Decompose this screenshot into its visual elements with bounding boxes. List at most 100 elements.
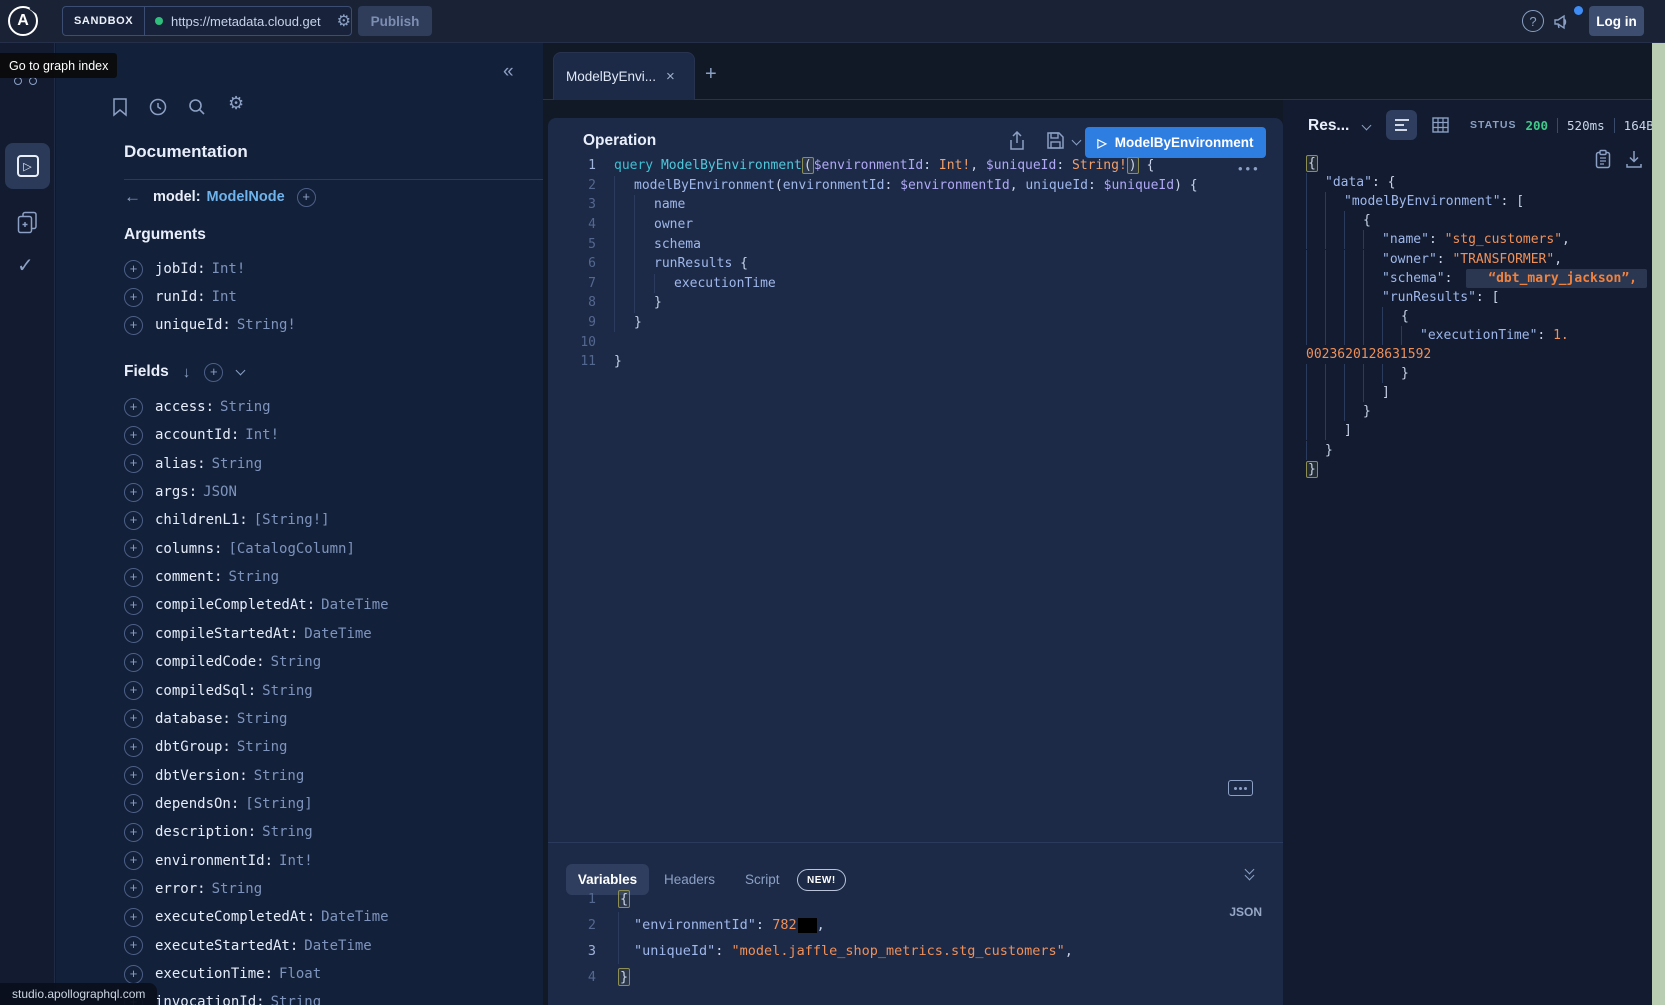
field-type[interactable]: DateTime xyxy=(321,597,388,613)
login-button[interactable]: Log in xyxy=(1589,6,1644,36)
add-field-icon[interactable]: + xyxy=(124,539,143,558)
field-type[interactable]: String xyxy=(212,881,263,897)
response-json-viewer[interactable]: {"data": {"modelByEnvironment": [{"name"… xyxy=(1283,154,1652,554)
doc-field-row[interactable]: +args:JSON xyxy=(124,478,237,506)
response-view-formatted-button[interactable] xyxy=(1386,110,1417,140)
field-type[interactable]: String xyxy=(237,711,288,727)
doc-field-row[interactable]: +environmentId:Int! xyxy=(124,847,313,875)
field-type[interactable]: Int! xyxy=(245,427,279,443)
variables-editor[interactable]: 1{2"environmentId": 782,3"uniqueId": "mo… xyxy=(548,886,1283,1001)
sort-fields-icon[interactable]: ↓ xyxy=(183,364,191,381)
add-field-icon[interactable]: + xyxy=(124,936,143,955)
add-field-icon[interactable]: + xyxy=(124,483,143,502)
doc-field-row[interactable]: +comment:String xyxy=(124,563,279,591)
add-field-icon[interactable]: + xyxy=(124,398,143,417)
add-field-icon[interactable]: + xyxy=(124,738,143,757)
doc-field-row[interactable]: +columns:[CatalogColumn] xyxy=(124,535,355,563)
add-field-icon[interactable]: + xyxy=(124,709,143,728)
add-type-icon[interactable]: + xyxy=(297,188,316,207)
search-icon[interactable] xyxy=(187,97,207,117)
doc-field-row[interactable]: +compileStartedAt:DateTime xyxy=(124,620,372,648)
tab-modelbyenvironment[interactable]: ModelByEnvi... × xyxy=(553,52,695,100)
settings-gear-icon[interactable]: ⚙ xyxy=(228,93,244,114)
doc-field-row[interactable]: +jobId:Int! xyxy=(124,255,245,283)
add-field-icon[interactable]: + xyxy=(124,794,143,813)
sidebar-item-checks[interactable]: ✓ xyxy=(17,253,34,278)
publish-button[interactable]: Publish xyxy=(358,6,432,36)
close-tab-icon[interactable]: × xyxy=(666,68,675,85)
field-type[interactable]: String xyxy=(262,683,313,699)
field-type[interactable]: Int! xyxy=(212,261,246,277)
doc-field-row[interactable]: +dbtVersion:String xyxy=(124,762,304,790)
add-field-icon[interactable]: + xyxy=(124,823,143,842)
doc-field-row[interactable]: +database:String xyxy=(124,705,287,733)
field-type[interactable]: String xyxy=(228,569,279,585)
bookmark-icon[interactable] xyxy=(111,97,129,117)
help-icon[interactable]: ? xyxy=(1522,10,1544,32)
save-operation-icon[interactable] xyxy=(1046,131,1065,150)
field-type[interactable]: DateTime xyxy=(321,909,388,925)
doc-field-row[interactable]: +childrenL1:[String!] xyxy=(124,506,330,534)
add-field-icon[interactable]: + xyxy=(124,454,143,473)
doc-field-row[interactable]: +executeCompletedAt:DateTime xyxy=(124,903,389,931)
field-type[interactable]: Int! xyxy=(279,853,313,869)
field-type[interactable]: String xyxy=(212,456,263,472)
add-field-icon[interactable]: + xyxy=(124,879,143,898)
collapse-sidebar-icon[interactable]: « xyxy=(503,61,514,83)
field-type[interactable]: String xyxy=(262,824,313,840)
add-field-icon[interactable]: + xyxy=(124,316,143,335)
doc-field-row[interactable]: +executeStartedAt:DateTime xyxy=(124,932,372,960)
add-field-icon[interactable]: + xyxy=(124,426,143,445)
sidebar-item-explorer[interactable]: ▷ xyxy=(5,143,50,189)
add-field-icon[interactable]: + xyxy=(124,681,143,700)
field-type[interactable]: [String!] xyxy=(254,512,330,528)
doc-field-row[interactable]: +error:String xyxy=(124,875,262,903)
field-type[interactable]: [CatalogColumn] xyxy=(228,541,354,557)
field-type[interactable]: String xyxy=(271,654,322,670)
doc-field-row[interactable]: +runId:Int xyxy=(124,283,237,311)
doc-field-row[interactable]: +accountId:Int! xyxy=(124,421,279,449)
add-all-fields-icon[interactable]: + xyxy=(204,363,223,382)
keyboard-shortcuts-icon[interactable] xyxy=(1228,780,1253,796)
history-icon[interactable] xyxy=(148,97,168,117)
doc-field-row[interactable]: +compiledCode:String xyxy=(124,648,321,676)
field-type[interactable]: String! xyxy=(237,317,296,333)
response-view-table-icon[interactable] xyxy=(1432,117,1449,133)
share-operation-icon[interactable] xyxy=(1008,131,1026,151)
endpoint-url-input[interactable]: https://metadata.cloud.get xyxy=(171,14,335,29)
add-field-icon[interactable]: + xyxy=(124,624,143,643)
field-type[interactable]: Int xyxy=(212,289,237,305)
doc-field-row[interactable]: +access:String xyxy=(124,393,271,421)
graph-index-icon[interactable] xyxy=(14,77,22,85)
add-field-icon[interactable]: + xyxy=(124,851,143,870)
field-type[interactable]: String xyxy=(237,739,288,755)
doc-field-row[interactable]: +dbtGroup:String xyxy=(124,733,287,761)
doc-field-row[interactable]: +uniqueId:String! xyxy=(124,311,296,339)
endpoint-settings-gear-icon[interactable]: ⚙ xyxy=(337,11,351,31)
add-field-icon[interactable]: + xyxy=(124,653,143,672)
add-field-icon[interactable]: + xyxy=(124,511,143,530)
add-field-icon[interactable]: + xyxy=(124,766,143,785)
field-type[interactable]: DateTime xyxy=(304,626,371,642)
add-field-icon[interactable]: + xyxy=(124,965,143,984)
run-operation-button[interactable]: ▷ ModelByEnvironment xyxy=(1085,127,1266,158)
back-arrow-icon[interactable]: ← xyxy=(124,187,141,207)
sidebar-item-operation-collections[interactable] xyxy=(17,211,39,235)
add-field-icon[interactable]: + xyxy=(124,288,143,307)
new-tab-icon[interactable]: + xyxy=(705,63,717,86)
field-type[interactable]: [String] xyxy=(245,796,312,812)
field-type[interactable]: Float xyxy=(279,966,321,982)
doc-field-row[interactable]: +description:String xyxy=(124,818,313,846)
add-field-icon[interactable]: + xyxy=(124,596,143,615)
doc-field-row[interactable]: +compileCompletedAt:DateTime xyxy=(124,591,389,619)
model-type-link[interactable]: ModelNode xyxy=(207,189,285,205)
operation-editor[interactable]: 1query ModelByEnvironment($environmentId… xyxy=(548,156,1283,836)
doc-field-row[interactable]: +compiledSql:String xyxy=(124,677,313,705)
add-field-icon[interactable]: + xyxy=(124,260,143,279)
add-fields-chevron-icon[interactable] xyxy=(236,365,246,375)
add-field-icon[interactable]: + xyxy=(124,568,143,587)
field-type[interactable]: DateTime xyxy=(304,938,371,954)
field-type[interactable]: String xyxy=(271,994,322,1005)
doc-field-row[interactable]: +alias:String xyxy=(124,450,262,478)
field-type[interactable]: JSON xyxy=(203,484,237,500)
